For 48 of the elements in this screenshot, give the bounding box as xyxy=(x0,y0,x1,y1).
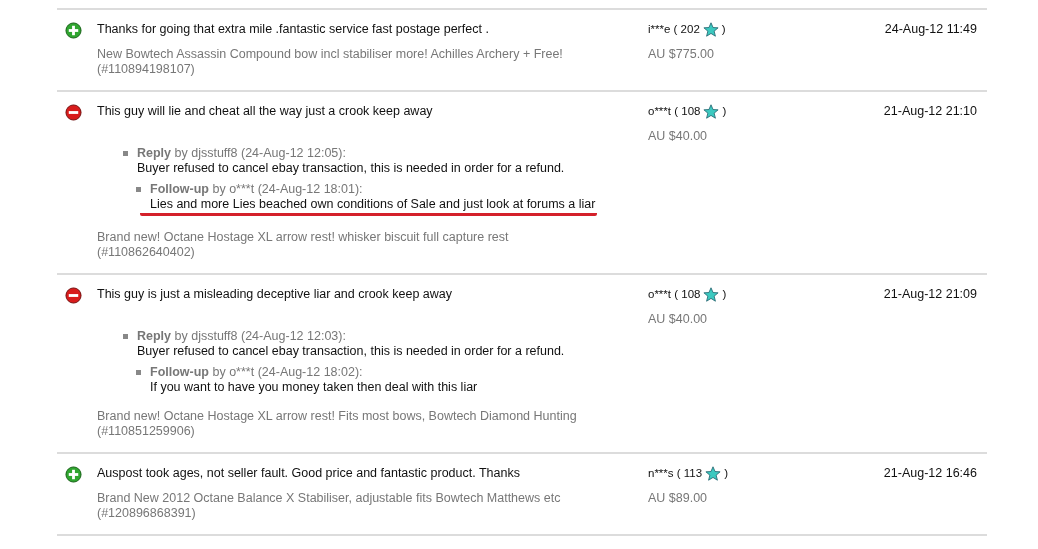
minus-icon xyxy=(65,104,82,121)
reply-header: Follow-up by o***t (24-Aug-12 18:01): xyxy=(150,182,364,197)
reply-text: If you want to have you money taken then deal with this liar xyxy=(150,380,478,395)
plus-icon xyxy=(65,466,82,483)
star-icon xyxy=(705,466,722,481)
star-icon xyxy=(703,287,720,302)
feedback-date: 21-Aug-12 21:10 xyxy=(883,104,977,120)
item-number: (#110862640402) xyxy=(97,245,196,260)
item-title: Brand new! Octane Hostage XL arrow rest! whisker biscuit full capture rest xyxy=(97,230,510,245)
item-price: AU $40.00 xyxy=(648,312,709,327)
buyer-name: n***s ( 113 xyxy=(648,466,703,481)
reply-text: Lies and more Lies beached own conditions of Sale and just look at forums a liar xyxy=(140,197,598,216)
bullet-icon xyxy=(136,370,141,375)
item-title: Brand New 2012 Octane Balance X Stabiliser, adjustable fits Bowtech Matthews etc xyxy=(97,491,562,506)
item-number: (#110851259906) xyxy=(97,424,196,439)
feedback-date: 21-Aug-12 16:46 xyxy=(883,466,977,482)
item-title: Brand new! Octane Hostage XL arrow rest! Fits most bows, Bowtech Diamond Hunting xyxy=(97,409,578,424)
minus-icon xyxy=(65,287,82,304)
star-icon xyxy=(702,22,719,37)
buyer-score-end: ) xyxy=(722,104,727,119)
buyer-score-end: ) xyxy=(722,287,727,302)
item-number: (#120896868391) xyxy=(97,506,197,521)
reply-header: Reply by djsstuff8 (24-Aug-12 12:03): xyxy=(137,329,347,344)
buyer-name: o***t ( 108 xyxy=(648,287,701,302)
feedback-comment: Auspost took ages, not seller fault. Good price and fantastic product. Thanks xyxy=(97,466,521,481)
reply-text: Buyer refused to cancel ebay transaction, this is needed in order for a refund. xyxy=(137,161,565,176)
bullet-icon xyxy=(123,151,128,156)
buyer-name: i***e ( 202 xyxy=(648,22,700,37)
reply-header: Reply by djsstuff8 (24-Aug-12 12:05): xyxy=(137,146,347,161)
reply-text: Buyer refused to cancel ebay transaction, this is needed in order for a refund. xyxy=(137,344,565,359)
item-price: AU $775.00 xyxy=(648,47,716,62)
buyer-name: o***t ( 108 xyxy=(648,104,701,119)
feedback-comment: This guy will lie and cheat all the way just a crook keep away xyxy=(97,104,434,119)
buyer-score-end: ) xyxy=(721,22,726,37)
plus-icon xyxy=(65,22,82,39)
reply-header: Follow-up by o***t (24-Aug-12 18:02): xyxy=(150,365,364,380)
feedback-date: 24-Aug-12 11:49 xyxy=(884,22,977,38)
item-number: (#110894198107) xyxy=(97,62,196,77)
bullet-icon xyxy=(123,334,128,339)
feedback-comment: This guy is just a misleading deceptive liar and crook keep away xyxy=(97,287,454,302)
bullet-icon xyxy=(136,187,141,192)
item-title: New Bowtech Assassin Compound bow incl stabiliser more! Achilles Archery + Free! xyxy=(97,47,564,62)
star-icon xyxy=(703,104,720,119)
feedback-date: 21-Aug-12 21:09 xyxy=(883,287,977,303)
item-price: AU $40.00 xyxy=(648,129,709,144)
feedback-comment: Thanks for going that extra mile .fantastic service fast postage perfect . xyxy=(97,22,490,37)
item-price: AU $89.00 xyxy=(648,491,709,506)
buyer-score-end: ) xyxy=(724,466,728,481)
